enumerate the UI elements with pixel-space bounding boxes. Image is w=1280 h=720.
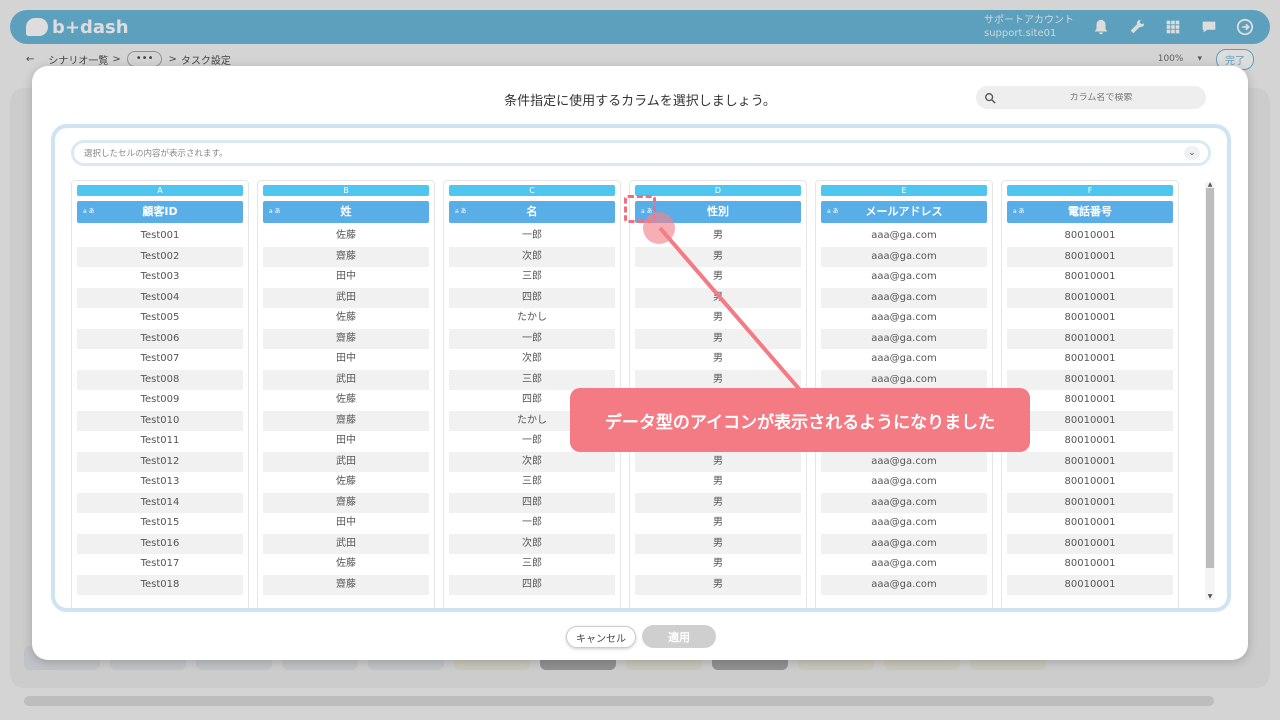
annotation-tap-dot <box>643 212 675 244</box>
annotation-pointer-line <box>658 226 802 392</box>
annotation-callout: データ型のアイコンが表示されるようになりました <box>570 388 1030 452</box>
